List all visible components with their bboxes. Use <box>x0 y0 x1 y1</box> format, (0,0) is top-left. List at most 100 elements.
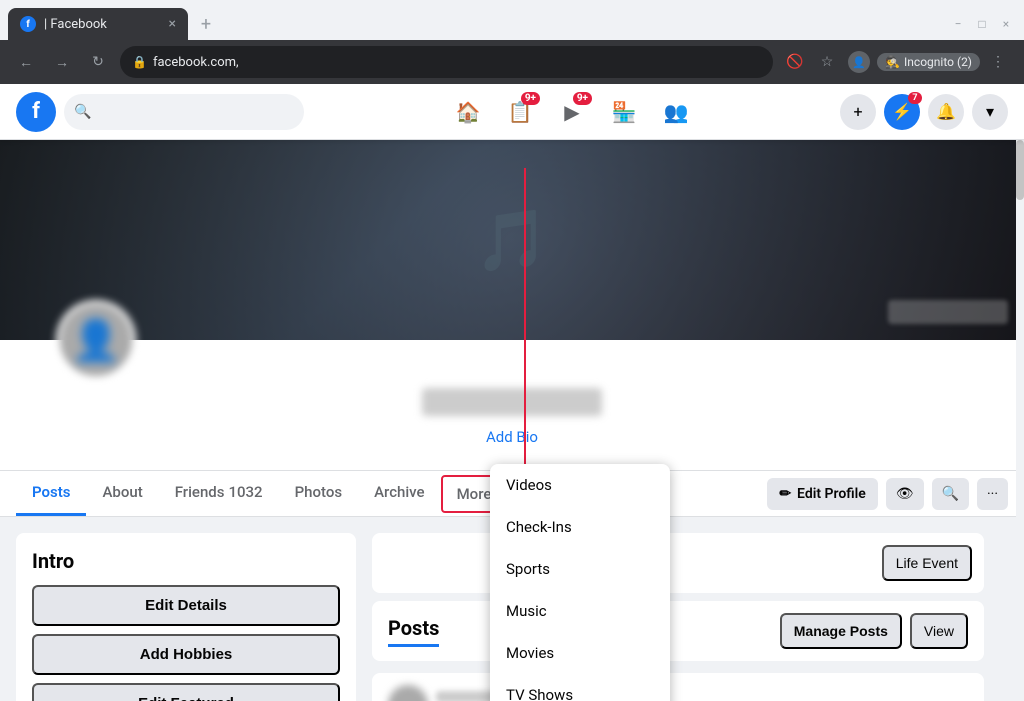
intro-card: Intro Edit Details Add Hobbies Edit Feat… <box>16 533 356 701</box>
profile-icon[interactable]: 👤 <box>845 48 873 76</box>
edit-details-button[interactable]: Edit Details <box>32 585 340 626</box>
dropdown-item-sports[interactable]: Sports <box>490 548 670 590</box>
nav-pages[interactable]: 📋 9+ <box>496 88 544 136</box>
new-tab-button[interactable]: + <box>192 10 220 38</box>
search-profile-button[interactable]: 🔍 <box>932 478 969 510</box>
dropdown-item-check-ins[interactable]: Check-Ins <box>490 506 670 548</box>
view-button[interactable]: View <box>910 613 968 649</box>
dropdown-arrow-icon: ▾ <box>986 102 994 121</box>
video-badge: 9+ <box>573 92 592 105</box>
more-label: More <box>457 485 492 503</box>
nav-home[interactable]: 🏠 <box>444 88 492 136</box>
dropdown-item-movies[interactable]: Movies <box>490 632 670 674</box>
post-avatar <box>388 685 428 701</box>
tab-archive[interactable]: Archive <box>358 471 440 516</box>
add-hobbies-button[interactable]: Add Hobbies <box>32 634 340 675</box>
browser-toolbar-icons: 🚫 ☆ 👤 🕵 Incognito (2) ⋮ <box>781 48 1012 76</box>
window-controls: − □ × <box>948 14 1016 34</box>
incognito-label: Incognito (2) <box>904 55 972 69</box>
posts-header: Posts Manage Posts View <box>372 601 984 661</box>
nav-marketplace[interactable]: 🏪 <box>600 88 648 136</box>
incognito-badge: 🕵 Incognito (2) <box>877 53 980 71</box>
dropdown-item-tv-shows[interactable]: TV Shows <box>490 674 670 701</box>
pages-badge: 9+ <box>521 92 540 105</box>
edit-profile-button[interactable]: ✏ Edit Profile <box>767 478 877 510</box>
incognito-icon: 🕵 <box>885 55 900 69</box>
maximize-button[interactable]: □ <box>972 14 992 34</box>
search-profile-icon: 🔍 <box>942 486 959 502</box>
account-dropdown-button[interactable]: ▾ <box>972 94 1008 130</box>
minimize-button[interactable]: − <box>948 14 968 34</box>
dropdown-item-music[interactable]: Music <box>490 590 670 632</box>
dropdown-item-videos[interactable]: Videos <box>490 464 670 506</box>
tab-friends[interactable]: Friends 1032 <box>159 471 279 516</box>
address-bar[interactable]: 🔒 facebook.com, <box>120 46 773 78</box>
profile-name-area <box>16 380 1008 424</box>
forward-button[interactable]: → <box>48 48 76 76</box>
cover-overlay-block <box>888 300 1008 324</box>
scroll-thumb[interactable] <box>1016 140 1024 200</box>
refresh-button[interactable]: ↻ <box>84 48 112 76</box>
view-profile-button[interactable]: 👁 <box>886 478 924 510</box>
home-icon: 🏠 <box>456 100 481 124</box>
browser-tab-facebook[interactable]: f | Facebook × <box>8 8 188 40</box>
more-dots-icon: ··· <box>987 486 998 502</box>
facebook-logo[interactable]: f <box>16 92 56 132</box>
edit-pencil-icon: ✏ <box>779 486 791 502</box>
bell-icon: 🔔 <box>936 102 956 121</box>
marketplace-icon: 🏪 <box>612 100 637 124</box>
add-button[interactable]: + <box>840 94 876 130</box>
messenger-icon: ⚡ <box>892 102 912 121</box>
post-item-1: ··· <box>372 673 984 701</box>
more-dropdown-menu: Videos Check-Ins Sports Music Movies TV … <box>490 464 670 701</box>
browser-toolbar: ← → ↻ 🔒 facebook.com, 🚫 ☆ 👤 🕵 Incognito … <box>0 40 1024 84</box>
edit-profile-label: Edit Profile <box>797 486 866 502</box>
tab-favicon: f <box>20 16 36 32</box>
posts-actions: Manage Posts View <box>780 613 968 649</box>
search-bar[interactable]: 🔍 <box>64 94 304 130</box>
tab-posts[interactable]: Posts <box>16 471 86 516</box>
posts-title: Posts <box>388 616 439 647</box>
life-event-area: Life Event <box>372 533 984 593</box>
header-right: + ⚡ 7 🔔 ▾ <box>840 94 1008 130</box>
post-more-dots[interactable]: ··· <box>952 693 968 701</box>
add-icon: + <box>853 102 862 121</box>
life-event-button[interactable]: Life Event <box>882 545 972 581</box>
notifications-button[interactable]: 🔔 <box>928 94 964 130</box>
friends-count: 1032 <box>228 483 262 501</box>
tab-title: | Facebook <box>44 17 161 32</box>
add-bio-area: Add Bio <box>16 424 1008 458</box>
scrollbar[interactable] <box>1016 140 1024 701</box>
more-options-button[interactable]: ··· <box>977 478 1008 510</box>
left-column: Intro Edit Details Add Hobbies Edit Feat… <box>16 533 356 701</box>
cover-photo: 🎵 <box>0 140 1024 340</box>
browser-more-icon[interactable]: ⋮ <box>984 48 1012 76</box>
tab-about[interactable]: About <box>86 471 158 516</box>
edit-featured-button[interactable]: Edit Featured <box>32 683 340 701</box>
messenger-badge: 7 <box>908 92 922 104</box>
tab-close-icon[interactable]: × <box>169 16 176 32</box>
facebook-app: f 🔍 🏠 📋 9+ ▶ 9+ 🏪 👥 + <box>0 84 1024 701</box>
right-column: Life Event Posts Manage Posts View <box>372 533 984 701</box>
browser-chrome: f | Facebook × + − □ × ← → ↻ 🔒 facebook.… <box>0 0 1024 84</box>
tab-bar: f | Facebook × + − □ × <box>0 0 1024 40</box>
facebook-header: f 🔍 🏠 📋 9+ ▶ 9+ 🏪 👥 + <box>0 84 1024 140</box>
camera-off-icon: 🚫 <box>781 48 809 76</box>
nav-video[interactable]: ▶ 9+ <box>548 88 596 136</box>
cover-music-icon: 🎵 <box>475 205 550 276</box>
close-button[interactable]: × <box>996 14 1016 34</box>
avatar: 👤 <box>56 300 136 380</box>
add-bio-link[interactable]: Add Bio <box>16 424 1008 458</box>
profile-tab-actions: ✏ Edit Profile 👁 🔍 ··· <box>767 478 1008 510</box>
address-text: facebook.com, <box>153 55 239 70</box>
intro-title: Intro <box>32 549 340 573</box>
manage-posts-button[interactable]: Manage Posts <box>780 613 902 649</box>
tab-photos[interactable]: Photos <box>279 471 358 516</box>
back-button[interactable]: ← <box>12 48 40 76</box>
nav-center: 🏠 📋 9+ ▶ 9+ 🏪 👥 <box>304 88 840 136</box>
search-icon: 🔍 <box>74 104 91 120</box>
profile-name-blur <box>422 388 602 416</box>
nav-groups[interactable]: 👥 <box>652 88 700 136</box>
messenger-button[interactable]: ⚡ 7 <box>884 94 920 130</box>
bookmark-icon[interactable]: ☆ <box>813 48 841 76</box>
